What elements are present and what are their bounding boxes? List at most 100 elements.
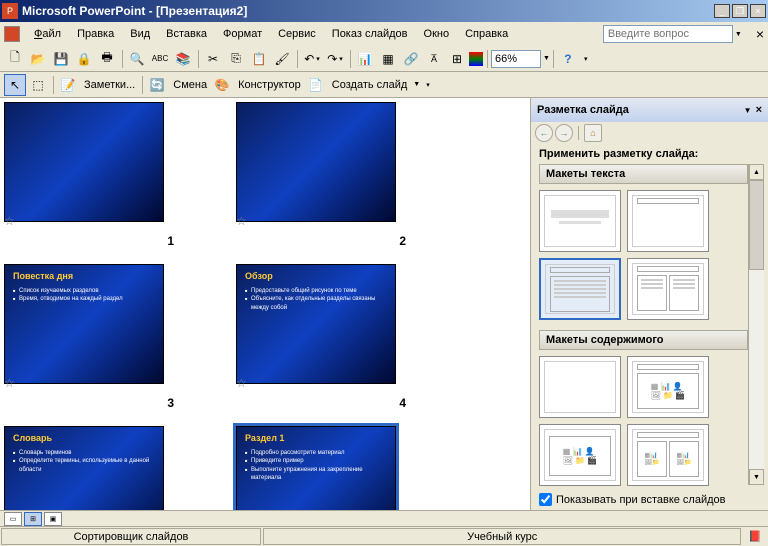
slide-content[interactable]	[236, 102, 396, 222]
research-button[interactable]: 📚	[172, 48, 194, 70]
menu-tools[interactable]: Сервис	[270, 26, 324, 42]
nav-home-button[interactable]: ⌂	[584, 124, 602, 142]
transition-icon[interactable]: 🔄	[146, 74, 168, 96]
zoom-dropdown-icon[interactable]: ▼	[543, 55, 550, 62]
layout-content[interactable]: ▦ 📊 👤🖼 📁 🎬	[627, 356, 709, 418]
status-lang-icon[interactable]: 📕	[742, 527, 768, 546]
content-layouts-header: Макеты содержимого	[539, 330, 748, 350]
slide-thumbnail[interactable]: СловарьСловарь терминовОпределите термин…	[4, 426, 204, 510]
menu-insert[interactable]: Вставка	[158, 26, 215, 42]
preview-button[interactable]: 🔍	[126, 48, 148, 70]
question-dropdown-icon[interactable]: ▼	[735, 31, 742, 38]
transition-icon[interactable]: ☆	[236, 376, 247, 390]
taskpane-nav: ← → ⌂	[531, 122, 768, 144]
color-button[interactable]	[469, 52, 483, 66]
help-question-input[interactable]	[603, 25, 733, 43]
slide-content[interactable]: Раздел 1Подробно рассмотрите материалПри…	[236, 426, 396, 510]
slide-title: Обзор	[245, 271, 387, 281]
layout-title[interactable]	[539, 190, 621, 252]
nav-back-button[interactable]: ←	[535, 124, 553, 142]
taskpane-close-button[interactable]: ×	[756, 104, 762, 116]
taskpane-dropdown-icon[interactable]: ▼	[744, 106, 752, 115]
menu-window[interactable]: Окно	[416, 26, 458, 42]
permission-button[interactable]: 🔒	[73, 48, 95, 70]
layout-blank[interactable]	[539, 356, 621, 418]
minimize-button[interactable]: _	[714, 4, 730, 18]
status-template: Учебный курс	[263, 528, 741, 545]
layout-two-content-obj[interactable]: ▦📊🖼📁▦📊🖼📁	[627, 424, 709, 486]
toolbar-overflow-icon[interactable]: ▾	[584, 55, 588, 63]
slide-content[interactable]	[4, 102, 164, 222]
menu-file[interactable]: Файл	[26, 26, 69, 42]
grid-button[interactable]: ⊞	[446, 48, 468, 70]
taskpane-scrollbar[interactable]: ▲ ▼	[748, 164, 764, 485]
spellcheck-button[interactable]: ABC	[149, 48, 171, 70]
new-slide-icon[interactable]: 📄	[305, 74, 327, 96]
apply-layout-label: Применить разметку слайда:	[531, 144, 768, 164]
slide-content[interactable]: Повестка дняСписок изучаемых разделовВре…	[4, 264, 164, 384]
chart-button[interactable]: 📊	[354, 48, 376, 70]
slide-title: Раздел 1	[245, 433, 387, 443]
transition-icon[interactable]: ☆	[4, 376, 15, 390]
slide-thumbnail[interactable]: ОбзорПредоставьте общий рисунок по темеО…	[236, 264, 436, 410]
slide-title: Словарь	[13, 433, 155, 443]
expand-button[interactable]: A̅	[423, 48, 445, 70]
hyperlink-button[interactable]: 🔗	[400, 48, 422, 70]
slide-content[interactable]: ОбзорПредоставьте общий рисунок по темеО…	[236, 264, 396, 384]
menu-slideshow[interactable]: Показ слайдов	[324, 26, 416, 42]
zoom-input[interactable]	[491, 50, 541, 68]
slide-thumbnail[interactable]: Повестка дняСписок изучаемых разделовВре…	[4, 264, 204, 410]
scroll-down-button[interactable]: ▼	[749, 469, 764, 485]
slide-content[interactable]: СловарьСловарь терминовОпределите термин…	[4, 426, 164, 510]
menu-format[interactable]: Формат	[215, 26, 270, 42]
nav-forward-button[interactable]: →	[555, 124, 573, 142]
close-button[interactable]: ×	[750, 4, 766, 18]
notes-button[interactable]: Заметки...	[80, 74, 139, 96]
new-slide-button[interactable]: Создать слайд	[328, 74, 411, 96]
redo-button[interactable]: ↷▾	[324, 48, 346, 70]
menu-view[interactable]: Вид	[122, 26, 158, 42]
save-button[interactable]: 💾	[50, 48, 72, 70]
slide-title: Повестка дня	[13, 271, 155, 281]
sorter-view-button[interactable]: ⊞	[24, 512, 42, 526]
normal-view-button[interactable]: ▭	[4, 512, 22, 526]
layout-title-content[interactable]	[539, 258, 621, 320]
doc-close-button[interactable]: ×	[752, 26, 768, 42]
format-painter-button[interactable]: 🖌	[271, 48, 293, 70]
transition-button[interactable]: Смена	[169, 74, 211, 96]
scroll-up-button[interactable]: ▲	[749, 164, 764, 180]
restore-button[interactable]: ❐	[732, 4, 748, 18]
help-button[interactable]: ?	[557, 48, 579, 70]
undo-button[interactable]: ↶▾	[301, 48, 323, 70]
notes-icon[interactable]: 📝	[57, 74, 79, 96]
format-show-button[interactable]: ⬚	[27, 74, 49, 96]
show-on-insert-checkbox[interactable]	[539, 493, 552, 506]
show-on-insert-label: Показывать при вставке слайдов	[556, 494, 726, 506]
transition-icon[interactable]: ☆	[236, 214, 247, 228]
new-button[interactable]: 🗋	[4, 48, 26, 70]
slide-thumbnail[interactable]: Раздел 1Подробно рассмотрите материалПри…	[236, 426, 436, 510]
toolbar2-overflow-icon[interactable]: ▾	[426, 81, 430, 89]
cut-button[interactable]: ✂	[202, 48, 224, 70]
arrow-tool-button[interactable]: ↖	[4, 74, 26, 96]
menu-edit[interactable]: Правка	[69, 26, 122, 42]
transition-icon[interactable]: ☆	[4, 214, 15, 228]
table-button[interactable]: ▦	[377, 48, 399, 70]
slide-thumbnail[interactable]: ☆2	[236, 102, 436, 248]
menu-help[interactable]: Справка	[457, 26, 516, 42]
view-buttons-bar: ▭ ⊞ ▣	[0, 510, 768, 526]
print-button[interactable]: 🖶	[96, 48, 118, 70]
slideshow-view-button[interactable]: ▣	[44, 512, 62, 526]
designer-icon[interactable]: 🎨	[211, 74, 233, 96]
copy-button[interactable]: ⎘	[225, 48, 247, 70]
slide-thumbnail[interactable]: ☆1	[4, 102, 204, 248]
paste-button[interactable]: 📋	[248, 48, 270, 70]
document-icon[interactable]	[4, 26, 20, 42]
scroll-thumb[interactable]	[749, 180, 764, 270]
layout-title-only[interactable]	[627, 190, 709, 252]
open-button[interactable]: 📂	[27, 48, 49, 70]
newslide-dropdown-icon[interactable]: ▼	[413, 81, 420, 88]
layout-content-small[interactable]: ▦ 📊 👤🖼 📁 🎬	[539, 424, 621, 486]
layout-two-content[interactable]	[627, 258, 709, 320]
designer-button[interactable]: Конструктор	[234, 74, 305, 96]
